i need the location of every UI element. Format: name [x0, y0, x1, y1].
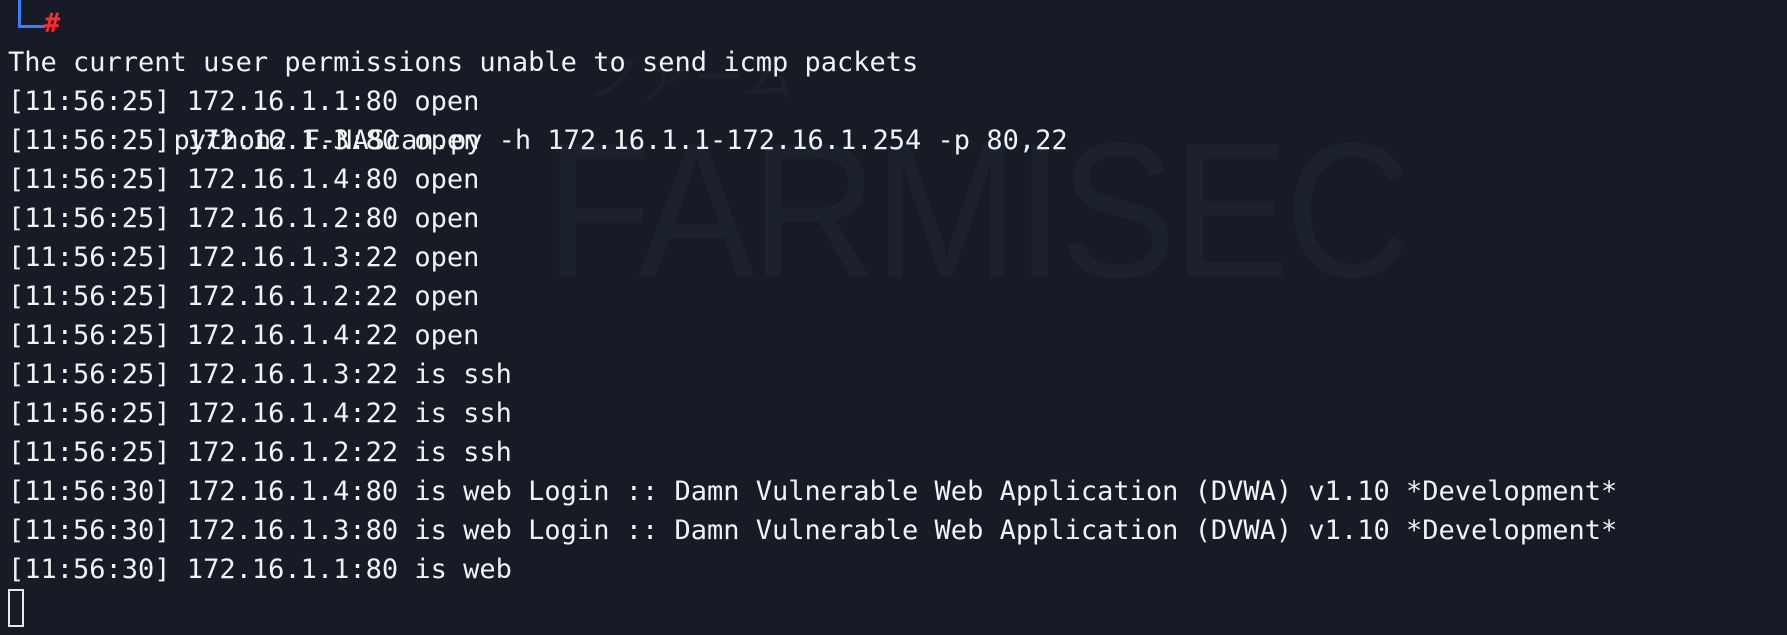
terminal-output: # python2 F-NAScan.py -h 172.16.1.1-172.… — [8, 0, 1787, 589]
output-line: [11:56:25] 172.16.1.3:80 open — [8, 125, 480, 156]
prompt-corner-icon — [18, 0, 45, 28]
prompt-line: # python2 F-NAScan.py -h 172.16.1.1-172.… — [8, 0, 1787, 156]
output-line: [11:56:25] 172.16.1.1:80 open — [8, 86, 480, 117]
terminal-cursor[interactable] — [8, 589, 24, 627]
output-line: [11:56:30] 172.16.1.1:80 is web — [8, 554, 512, 585]
output-line: [11:56:30] 172.16.1.3:80 is web Login ::… — [8, 515, 1618, 546]
output-line: [11:56:25] 172.16.1.3:22 open — [8, 242, 480, 273]
output-line: [11:56:25] 172.16.1.4:22 is ssh — [8, 398, 512, 429]
output-line: [11:56:25] 172.16.1.2:80 open — [8, 203, 480, 234]
output-line: [11:56:25] 172.16.1.4:22 open — [8, 320, 480, 351]
output-line: The current user permissions unable to s… — [8, 47, 919, 78]
output-line: [11:56:25] 172.16.1.2:22 is ssh — [8, 437, 512, 468]
prompt-symbol: # — [44, 8, 61, 39]
output-line: [11:56:25] 172.16.1.2:22 open — [8, 281, 480, 312]
output-line: [11:56:25] 172.16.1.4:80 open — [8, 164, 480, 195]
terminal-window[interactable]: ファーム FARMISEC # python2 F-NAScan.py -h 1… — [0, 0, 1787, 635]
output-line: [11:56:30] 172.16.1.4:80 is web Login ::… — [8, 476, 1618, 507]
output-line: [11:56:25] 172.16.1.3:22 is ssh — [8, 359, 512, 390]
